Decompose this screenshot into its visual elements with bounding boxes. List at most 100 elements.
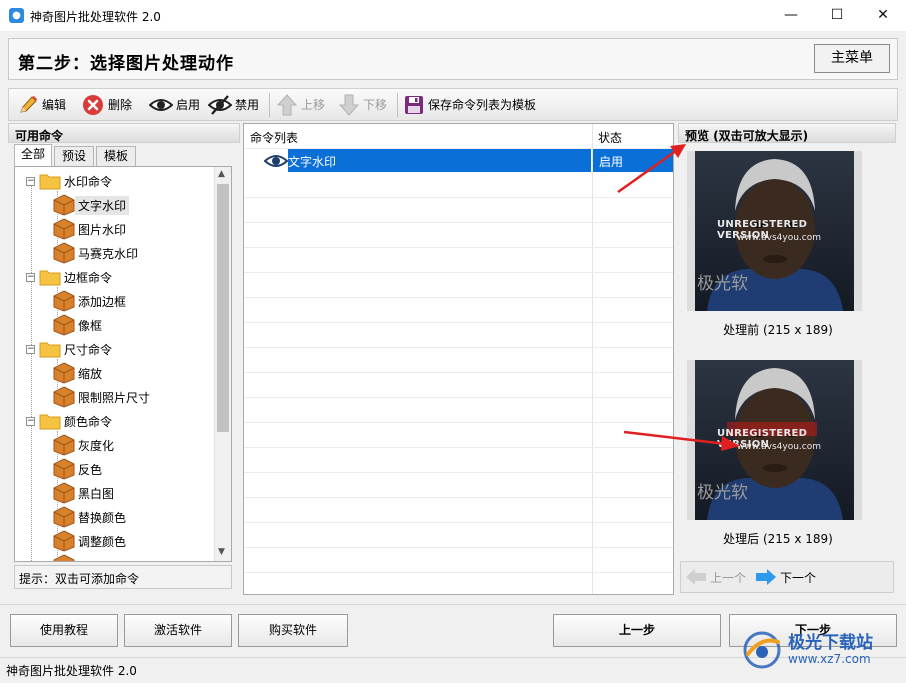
app-icon: ● bbox=[9, 8, 24, 23]
box-icon bbox=[53, 314, 75, 336]
row-divider bbox=[244, 397, 673, 398]
row-divider bbox=[244, 422, 673, 423]
site-watermark: 极光下载站 www.xz7.com bbox=[740, 628, 873, 672]
tree-label: 反色 bbox=[78, 462, 103, 477]
annotation-arrow bbox=[623, 430, 740, 451]
tree-label: 限制照片尺寸 bbox=[78, 390, 151, 405]
buy-button[interactable]: 购买软件 bbox=[238, 614, 348, 647]
tab-presets[interactable]: 预设 bbox=[54, 146, 94, 166]
tutorial-button[interactable]: 使用教程 bbox=[10, 614, 118, 647]
available-commands-panel: 可用命令 全部 预设 模板 − 水印命令 文字水印 图片水印 马赛克水印 − 边… bbox=[8, 123, 240, 595]
collapse-icon[interactable]: − bbox=[26, 272, 35, 282]
box-icon bbox=[53, 506, 75, 528]
tree-item-black-white[interactable]: 黑白图 bbox=[53, 482, 117, 504]
next-image-button[interactable]: 下一个 bbox=[755, 568, 816, 586]
tree-item-image-watermark[interactable]: 图片水印 bbox=[53, 218, 129, 240]
box-icon bbox=[53, 434, 75, 456]
save-template-button[interactable]: 保存命令列表为模板 bbox=[403, 92, 536, 117]
tab-all[interactable]: 全部 bbox=[14, 144, 52, 166]
eye-icon[interactable] bbox=[264, 151, 288, 171]
folder-icon bbox=[39, 174, 61, 190]
toolbar: 编辑 删除 启用 禁用 上移 下移 保存命令列表为模板 bbox=[8, 88, 898, 121]
tree-item-photo-frame[interactable]: 像框 bbox=[53, 314, 105, 336]
watermark-cn: 极光软 bbox=[697, 274, 748, 294]
box-icon bbox=[53, 194, 75, 216]
tree-label: 颜色命令 bbox=[64, 414, 113, 429]
edit-button[interactable]: 编辑 bbox=[17, 92, 66, 117]
arrow-right-icon bbox=[756, 569, 776, 585]
eye-icon bbox=[149, 98, 173, 111]
folder-icon bbox=[39, 270, 61, 286]
tree-item-replace-color[interactable]: 替换颜色 bbox=[53, 506, 129, 528]
pencil-icon bbox=[20, 95, 37, 113]
toolbar-divider bbox=[397, 93, 398, 117]
maximize-button[interactable]: ☐ bbox=[814, 0, 860, 31]
delete-icon bbox=[83, 94, 103, 115]
tree-item-limit-size[interactable]: 限制照片尺寸 bbox=[53, 386, 153, 408]
main-menu-button[interactable]: 主菜单 bbox=[814, 44, 890, 73]
minimize-button[interactable]: — bbox=[768, 0, 814, 31]
previous-step-button[interactable]: 上一步 bbox=[553, 614, 721, 647]
preview-nav: 上一个 下一个 bbox=[680, 561, 894, 593]
tree-item-invert[interactable]: 反色 bbox=[53, 458, 105, 480]
tree-item-scale[interactable]: 缩放 bbox=[53, 362, 105, 384]
activate-button[interactable]: 激活软件 bbox=[124, 614, 232, 647]
step-title: 第二步：选择图片处理动作 bbox=[18, 54, 234, 74]
enable-button[interactable]: 启用 bbox=[149, 92, 200, 117]
tree-item-text-watermark[interactable]: 文字水印 bbox=[53, 194, 130, 216]
collapse-icon[interactable]: − bbox=[26, 416, 35, 426]
site-watermark-name: 极光下载站 bbox=[788, 632, 873, 653]
tree-item-adjust-color[interactable]: 调整颜色 bbox=[53, 530, 129, 552]
scroll-down-icon[interactable]: ▼ bbox=[218, 547, 225, 557]
tree-scrollbar[interactable]: ▲ ▼ bbox=[214, 167, 231, 561]
move-up-button[interactable]: 上移 bbox=[276, 92, 325, 117]
delete-label: 删除 bbox=[108, 98, 133, 112]
row-divider bbox=[244, 522, 673, 523]
watermark-cn: 极光软 bbox=[697, 483, 748, 503]
tree-folder-border[interactable]: − 边框命令 bbox=[26, 266, 115, 288]
site-logo-icon bbox=[743, 631, 781, 669]
tree-item-grayscale[interactable]: 灰度化 bbox=[53, 434, 117, 456]
tree-label: 黑白图 bbox=[78, 486, 115, 501]
available-commands-header: 可用命令 bbox=[8, 123, 240, 143]
tree-folder-size[interactable]: − 尺寸命令 bbox=[26, 338, 115, 360]
close-button[interactable]: ✕ bbox=[860, 0, 906, 31]
before-caption: 处理前 (215 x 189) bbox=[723, 323, 833, 337]
preview-panel: 预览 (双击可放大显示) UNREGISTERED VERSION www.av… bbox=[678, 123, 896, 595]
tree-label: 尺寸命令 bbox=[64, 342, 113, 357]
move-up-label: 上移 bbox=[301, 98, 326, 112]
collapse-icon[interactable]: − bbox=[26, 344, 35, 354]
site-watermark-url: www.xz7.com bbox=[788, 651, 871, 666]
prev-image-button[interactable]: 上一个 bbox=[685, 568, 746, 586]
arrow-down-icon bbox=[338, 94, 360, 116]
box-icon bbox=[53, 554, 75, 561]
delete-button[interactable]: 删除 bbox=[81, 92, 132, 117]
eye-slash-icon bbox=[208, 94, 232, 115]
disable-label: 禁用 bbox=[235, 98, 260, 112]
move-down-button[interactable]: 下移 bbox=[338, 92, 387, 117]
save-template-label: 保存命令列表为模板 bbox=[428, 98, 537, 112]
tree-label: 添加边框 bbox=[78, 294, 127, 309]
box-icon bbox=[53, 386, 75, 408]
row-divider bbox=[244, 572, 673, 573]
row-divider bbox=[244, 497, 673, 498]
collapse-icon[interactable]: − bbox=[26, 176, 35, 186]
folder-icon bbox=[39, 414, 61, 430]
watermark-url: www.avs4you.com bbox=[737, 233, 821, 243]
box-icon bbox=[53, 218, 75, 240]
tree-folder-watermark[interactable]: − 水印命令 bbox=[26, 170, 115, 192]
preview-before-image[interactable]: UNREGISTERED VERSION www.avs4you.com 极光软 bbox=[687, 151, 862, 311]
hint-bar: 提示：双击可添加命令 bbox=[14, 565, 232, 589]
tree-item-add-border[interactable]: 添加边框 bbox=[53, 290, 129, 312]
scrollbar-thumb[interactable] bbox=[217, 184, 229, 432]
tab-templates[interactable]: 模板 bbox=[96, 146, 136, 166]
column-header-command[interactable]: 命令列表 bbox=[250, 129, 298, 146]
tree-label: 马赛克水印 bbox=[78, 246, 139, 261]
tree-item-mosaic-watermark[interactable]: 马赛克水印 bbox=[53, 242, 141, 264]
row-divider bbox=[244, 222, 673, 223]
disable-button[interactable]: 禁用 bbox=[208, 92, 259, 117]
tree-label: 图片水印 bbox=[78, 222, 127, 237]
edit-label: 编辑 bbox=[42, 98, 67, 112]
tree-folder-color[interactable]: − 颜色命令 bbox=[26, 410, 115, 432]
scroll-up-icon[interactable]: ▲ bbox=[218, 169, 225, 179]
